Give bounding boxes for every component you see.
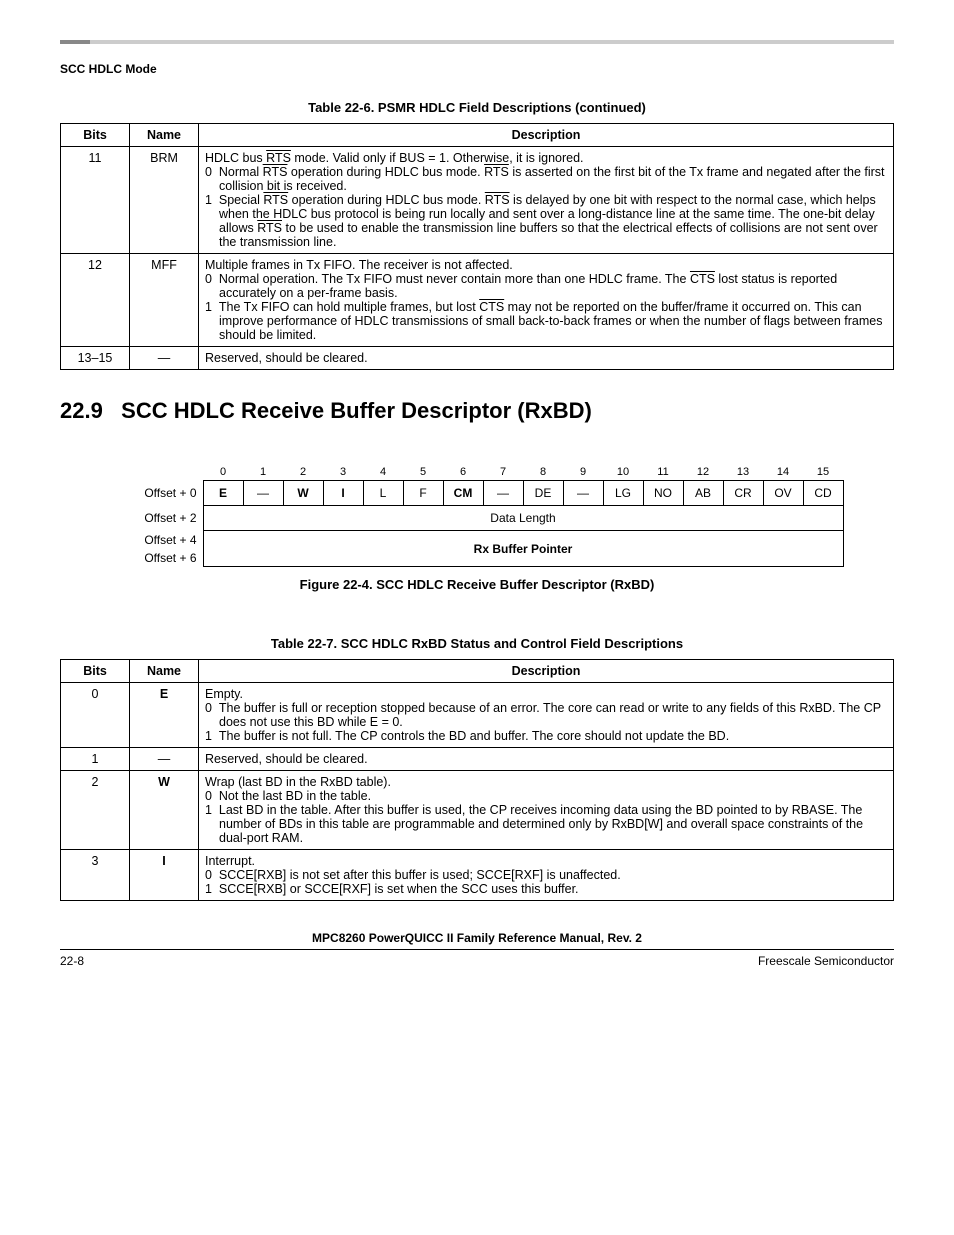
- table-row: 3 I Interrupt. 0 SCCE[RXB] is not set af…: [61, 850, 894, 901]
- top-rule: [60, 40, 894, 44]
- th-bits: Bits: [61, 660, 130, 683]
- cell-bits: 11: [61, 147, 130, 254]
- table6: Bits Name Description 11 BRM HDLC bus RT…: [60, 123, 894, 370]
- company-name: Freescale Semiconductor: [758, 954, 894, 968]
- cell-desc: Reserved, should be cleared.: [199, 748, 894, 771]
- cell-desc: Wrap (last BD in the RxBD table). 0 Not …: [199, 771, 894, 850]
- cell-desc: Interrupt. 0 SCCE[RXB] is not set after …: [199, 850, 894, 901]
- footer-rule: [60, 949, 894, 950]
- table-row: 2 W Wrap (last BD in the RxBD table). 0 …: [61, 771, 894, 850]
- table-row: 0 E Empty. 0 The buffer is full or recep…: [61, 683, 894, 748]
- bit-number-row: 0 1 2 3 4 5 6 7 8 9 10 11 12 13 14 15: [117, 464, 843, 481]
- cell-bits: 3: [61, 850, 130, 901]
- table7-caption: Table 22-7. SCC HDLC RxBD Status and Con…: [60, 636, 894, 651]
- section-heading: 22.9 SCC HDLC Receive Buffer Descriptor …: [60, 398, 894, 424]
- section-title: SCC HDLC Receive Buffer Descriptor (RxBD…: [121, 398, 592, 423]
- cell-bits: 1: [61, 748, 130, 771]
- manual-title: MPC8260 PowerQUICC II Family Reference M…: [60, 931, 894, 945]
- offset2-row: Offset + 2 Data Length: [117, 506, 843, 531]
- th-bits: Bits: [61, 124, 130, 147]
- table-row: 12 MFF Multiple frames in Tx FIFO. The r…: [61, 254, 894, 347]
- page-footer: MPC8260 PowerQUICC II Family Reference M…: [60, 931, 894, 968]
- offset4-row: Offset + 4 Rx Buffer Pointer: [117, 531, 843, 549]
- cell-name: E: [130, 683, 199, 748]
- cell-name: MFF: [130, 254, 199, 347]
- cell-name: W: [130, 771, 199, 850]
- cell-name: —: [130, 347, 199, 370]
- cell-name: I: [130, 850, 199, 901]
- cell-bits: 2: [61, 771, 130, 850]
- rxbd-bitfield: 0 1 2 3 4 5 6 7 8 9 10 11 12 13 14 15 Of…: [117, 464, 837, 567]
- figure-caption: Figure 22-4. SCC HDLC Receive Buffer Des…: [60, 577, 894, 592]
- th-desc: Description: [199, 124, 894, 147]
- page-number: 22-8: [60, 954, 84, 968]
- th-name: Name: [130, 660, 199, 683]
- table-row: 1 — Reserved, should be cleared.: [61, 748, 894, 771]
- table6-caption: Table 22-6. PSMR HDLC Field Descriptions…: [60, 100, 894, 115]
- cell-bits: 13–15: [61, 347, 130, 370]
- table-row: 13–15 — Reserved, should be cleared.: [61, 347, 894, 370]
- cell-desc: HDLC bus RTS mode. Valid only if BUS = 1…: [199, 147, 894, 254]
- th-desc: Description: [199, 660, 894, 683]
- offset0-row: Offset + 0 E — W I L F CM — DE — LG NO A…: [117, 481, 843, 506]
- cell-bits: 0: [61, 683, 130, 748]
- cell-desc: Multiple frames in Tx FIFO. The receiver…: [199, 254, 894, 347]
- table7: Bits Name Description 0 E Empty. 0 The b…: [60, 659, 894, 901]
- cell-desc: Empty. 0 The buffer is full or reception…: [199, 683, 894, 748]
- section-number: 22.9: [60, 398, 103, 423]
- page-header: SCC HDLC Mode: [60, 62, 894, 76]
- cell-name: —: [130, 748, 199, 771]
- table-row: 11 BRM HDLC bus RTS mode. Valid only if …: [61, 147, 894, 254]
- cell-desc: Reserved, should be cleared.: [199, 347, 894, 370]
- cell-name: BRM: [130, 147, 199, 254]
- th-name: Name: [130, 124, 199, 147]
- cell-bits: 12: [61, 254, 130, 347]
